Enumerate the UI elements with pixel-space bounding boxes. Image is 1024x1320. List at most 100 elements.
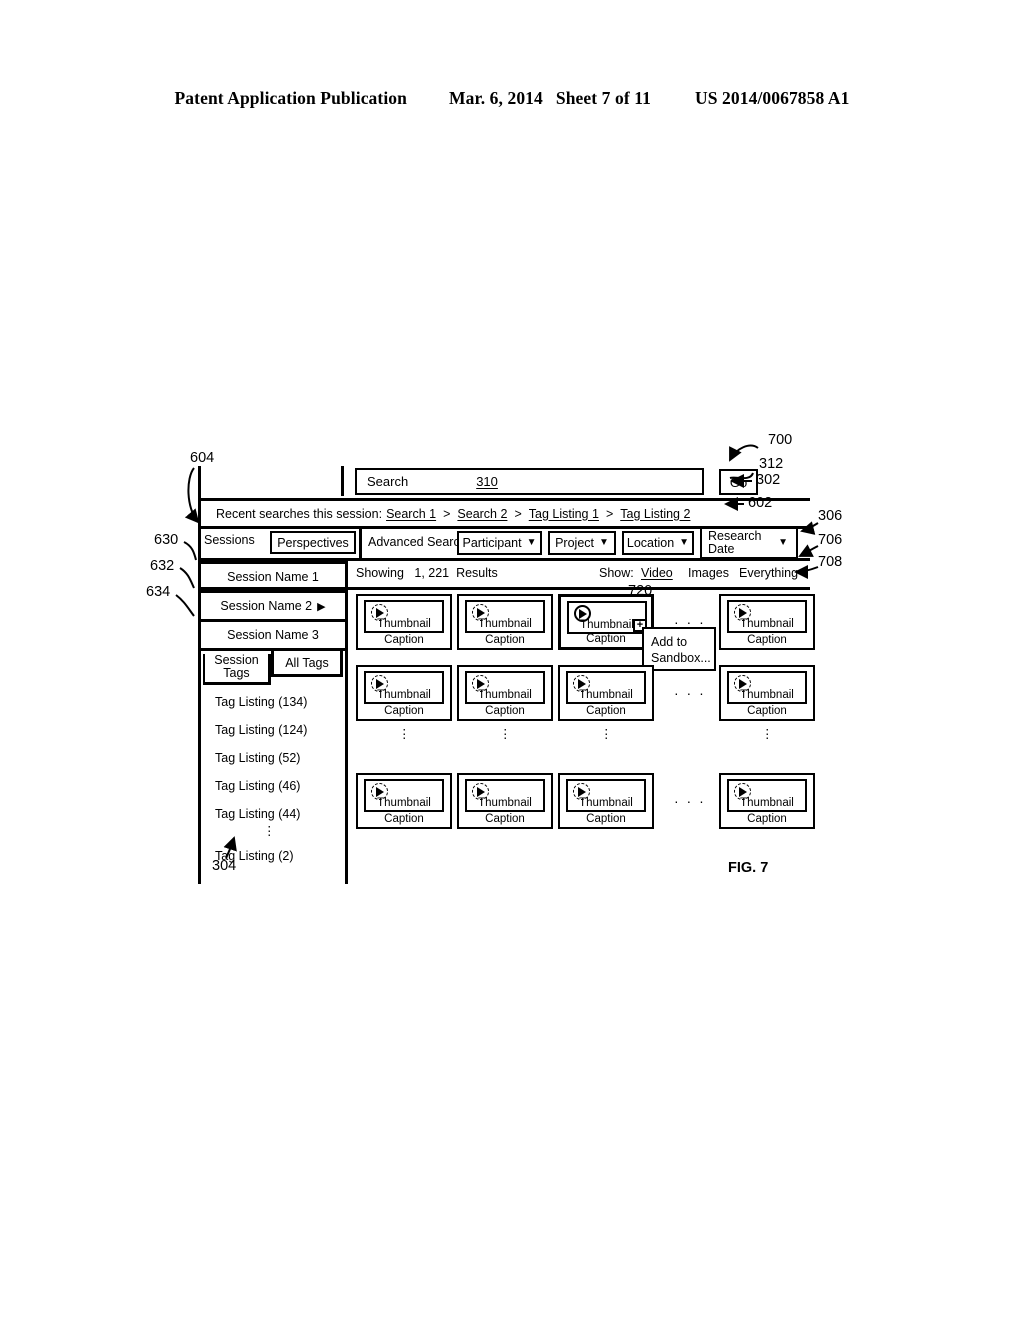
- sidebar-tag-listing-2[interactable]: Tag Listing (52): [215, 751, 300, 765]
- thumbnail-preview: Thumbnail: [727, 600, 807, 633]
- sidebar-tag-listing-3[interactable]: Tag Listing (46): [215, 779, 300, 793]
- tab-perspectives-label: Perspectives: [277, 535, 349, 550]
- patent-number-label: US 2014/0067858 A1: [695, 88, 850, 108]
- thumbnail-preview: Thumbnail: [465, 600, 545, 633]
- thumbnail-preview: Thumbnail: [566, 671, 646, 704]
- sidebar-tag-listing-0[interactable]: Tag Listing (134): [215, 695, 307, 709]
- thumbnail-label: Thumbnail: [579, 689, 633, 701]
- patent-header: Patent Application Publication Mar. 6, 2…: [0, 88, 1024, 109]
- tab-session-tags[interactable]: Session Tags: [203, 651, 271, 685]
- result-card[interactable]: Thumbnail Caption: [457, 594, 553, 650]
- dropdown-location[interactable]: Location ▼: [622, 531, 694, 555]
- result-card[interactable]: Thumbnail Caption: [457, 665, 553, 721]
- go-button-label: Go: [729, 474, 748, 490]
- caption-label: Caption: [384, 705, 424, 717]
- tab-all-tags-label: All Tags: [285, 655, 329, 670]
- thumbnail-label: Thumbnail: [579, 797, 633, 809]
- sidebar-item-session-name-2[interactable]: Session Name 2 ▶: [201, 593, 345, 619]
- result-card[interactable]: Thumbnail Caption: [719, 665, 815, 721]
- ref-706: 706: [818, 532, 843, 548]
- dropdown-research-date[interactable]: Research Date ▼: [700, 527, 798, 559]
- caption-label: Caption: [586, 813, 626, 825]
- tab-all-tags[interactable]: All Tags: [271, 651, 343, 677]
- filter-images[interactable]: Images: [688, 566, 729, 580]
- search-input-placeholder: Search: [367, 474, 409, 489]
- sidebar-tag-listing-4[interactable]: Tag Listing (44): [215, 807, 300, 821]
- tab-session-tags-line1: Session: [214, 652, 259, 667]
- show-filter-label: Show:: [599, 566, 634, 580]
- caption-label: Caption: [384, 813, 424, 825]
- sidebar-tag-listing-1[interactable]: Tag Listing (124): [215, 723, 307, 737]
- patent-publication-label: Patent Application Publication: [174, 88, 407, 108]
- patent-date-label: Mar. 6, 2014: [448, 88, 543, 108]
- tab-sessions[interactable]: Sessions: [204, 533, 255, 547]
- ref-632: 632: [150, 558, 175, 574]
- column-ellipsis: ⋮: [499, 727, 512, 741]
- thumbnail-preview: Thumbnail: [364, 671, 444, 704]
- result-card[interactable]: Thumbnail Caption: [558, 665, 654, 721]
- result-card[interactable]: Thumbnail Caption: [719, 773, 815, 829]
- dropdown-participant-label: Participant: [462, 536, 522, 550]
- go-button[interactable]: Go: [719, 469, 758, 495]
- caption-label: Caption: [384, 634, 424, 646]
- breadcrumb-search-2[interactable]: Search 2: [457, 507, 507, 521]
- chevron-down-icon: ▼: [778, 537, 788, 548]
- filter-everything[interactable]: Everything: [739, 566, 798, 580]
- thumbnail-preview: Thumbnail: [364, 779, 444, 812]
- sidebar-item-session-name-3[interactable]: Session Name 3: [201, 622, 345, 648]
- ref-634: 634: [146, 584, 171, 600]
- column-ellipsis: ⋮: [761, 727, 774, 741]
- thumbnail-label: Thumbnail: [377, 689, 431, 701]
- thumbnail-label: Thumbnail: [740, 689, 794, 701]
- result-card[interactable]: Thumbnail Caption: [719, 594, 815, 650]
- tab-session-tags-top-cover: [203, 651, 271, 654]
- dropdown-project[interactable]: Project ▼: [548, 531, 616, 555]
- search-input[interactable]: Search 310: [355, 468, 704, 495]
- breadcrumb-tag-listing-2[interactable]: Tag Listing 2: [620, 507, 690, 521]
- thumbnail-preview: Thumbnail: [727, 779, 807, 812]
- results-header: Showing 1, 221 Results Show: Video Image…: [350, 561, 810, 587]
- ref-700: 700: [768, 432, 793, 448]
- ref-604: 604: [190, 450, 215, 466]
- breadcrumb-separator: >: [514, 506, 522, 521]
- patent-sheet-label: Sheet 7 of 11: [555, 88, 651, 108]
- thumbnail-label: Thumbnail: [377, 797, 431, 809]
- thumbnail-preview: Thumbnail: [727, 671, 807, 704]
- result-card[interactable]: Thumbnail Caption: [558, 773, 654, 829]
- dropdown-participant[interactable]: Participant ▼: [457, 531, 542, 555]
- advanced-search-row: Sessions Perspectives Advanced Search: P…: [198, 527, 810, 559]
- application-window: Search 310 Go Recent searches this sessi…: [198, 466, 815, 884]
- breadcrumb-tag-listing-1[interactable]: Tag Listing 1: [529, 507, 599, 521]
- dropdown-project-label: Project: [555, 536, 594, 550]
- thumbnail-preview: Thumbnail: [465, 779, 545, 812]
- sidebar-item-label: Session Name 2: [220, 599, 313, 613]
- ref-708: 708: [818, 554, 843, 570]
- caption-label: Caption: [586, 705, 626, 717]
- sidebar-right-border: [345, 561, 348, 884]
- sidebar-item-label: Session Name 1: [227, 570, 319, 584]
- tab-perspectives[interactable]: Perspectives: [270, 531, 356, 554]
- thumbnail-label: Thumbnail: [478, 689, 532, 701]
- breadcrumb-search-1[interactable]: Search 1: [386, 507, 436, 521]
- result-card[interactable]: Thumbnail Caption: [356, 594, 452, 650]
- row-ellipsis: · · ·: [674, 685, 706, 701]
- sidebar-tag-listing-5[interactable]: Tag Listing (2): [215, 849, 294, 863]
- breadcrumb-separator: >: [443, 506, 451, 521]
- caption-label: Caption: [747, 634, 787, 646]
- thumbnail-label: Thumbnail: [740, 797, 794, 809]
- tab-session-tags-line2: Tags: [223, 665, 250, 680]
- result-card[interactable]: Thumbnail Caption: [356, 665, 452, 721]
- result-card-selected[interactable]: Thumbnail + Caption: [558, 594, 654, 650]
- filter-video[interactable]: Video: [641, 566, 673, 580]
- chevron-down-icon: ▼: [599, 537, 609, 548]
- recent-searches-label: Recent searches this session:: [216, 506, 383, 521]
- ref-630: 630: [154, 532, 179, 548]
- column-ellipsis: ⋮: [600, 727, 613, 741]
- result-card[interactable]: Thumbnail Caption: [356, 773, 452, 829]
- dropdown-research-date-line1: Research: [708, 529, 762, 543]
- thumbnail-label: Thumbnail: [478, 618, 532, 630]
- result-card[interactable]: Thumbnail Caption: [457, 773, 553, 829]
- thumbnail-preview: Thumbnail: [465, 671, 545, 704]
- results-grid: Thumbnail Caption Thumbnail Caption Thum…: [350, 590, 815, 884]
- caption-label: Caption: [747, 705, 787, 717]
